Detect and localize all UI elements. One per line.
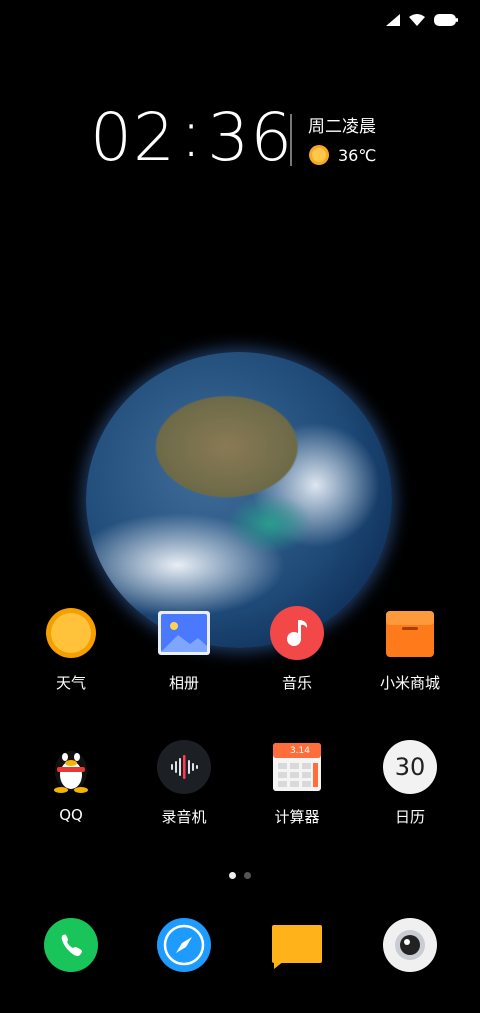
messages-icon — [270, 918, 324, 972]
app-recorder[interactable]: 录音机 — [129, 740, 239, 827]
qq-penguin-icon — [44, 740, 98, 794]
clock-time[interactable]: 02:36 — [90, 98, 294, 176]
dock-browser[interactable] — [129, 918, 239, 972]
recorder-icon — [157, 740, 211, 794]
wifi-icon — [409, 14, 425, 26]
camera-icon — [383, 918, 437, 972]
calendar-icon: 30 — [383, 740, 437, 794]
sun-icon — [309, 145, 329, 165]
app-label: 计算器 — [274, 808, 320, 826]
phone-icon — [44, 918, 98, 972]
app-label: 小米商城 — [379, 674, 440, 692]
app-weather[interactable]: 天气 — [16, 606, 126, 693]
page-dot[interactable] — [244, 872, 251, 879]
app-qq[interactable]: QQ — [16, 740, 126, 824]
app-mi-store[interactable]: 小米商城 — [355, 606, 465, 693]
mi-store-icon — [383, 606, 437, 660]
status-bar — [386, 14, 458, 26]
app-calendar[interactable]: 30 日历 — [355, 740, 465, 827]
date-label: 周二凌晨 — [308, 117, 376, 137]
dock-camera[interactable] — [355, 918, 465, 972]
calculator-badge: 3.14 — [289, 746, 310, 756]
app-calculator[interactable]: 3.14 计算器 — [242, 740, 352, 827]
page-indicator — [229, 872, 251, 879]
app-label: 日历 — [394, 808, 425, 826]
earth-wallpaper — [86, 352, 392, 648]
clock-minutes: 36 — [207, 99, 294, 176]
clock-separator: : — [179, 95, 204, 172]
weather-sun-icon — [44, 606, 98, 660]
app-label: QQ — [59, 806, 83, 824]
app-label: 天气 — [55, 674, 86, 692]
browser-compass-icon — [157, 918, 211, 972]
app-label: 音乐 — [281, 674, 312, 692]
weather-temperature: 36℃ — [338, 145, 377, 165]
app-gallery[interactable]: 相册 — [129, 606, 239, 693]
battery-icon — [434, 14, 458, 26]
clock-divider — [290, 114, 292, 166]
gallery-icon — [157, 606, 211, 660]
clock-hours: 02 — [90, 99, 176, 176]
dock-messages[interactable] — [242, 918, 352, 972]
app-label: 相册 — [168, 674, 199, 692]
calculator-icon: 3.14 — [270, 740, 324, 794]
app-music[interactable]: 音乐 — [242, 606, 352, 693]
app-label: 录音机 — [161, 808, 207, 826]
page-dot-active[interactable] — [229, 872, 236, 879]
dock-phone[interactable] — [16, 918, 126, 972]
calendar-day: 30 — [394, 753, 426, 781]
music-icon — [270, 606, 324, 660]
weather-widget[interactable]: 36℃ — [308, 144, 376, 166]
signal-icon — [386, 14, 400, 26]
